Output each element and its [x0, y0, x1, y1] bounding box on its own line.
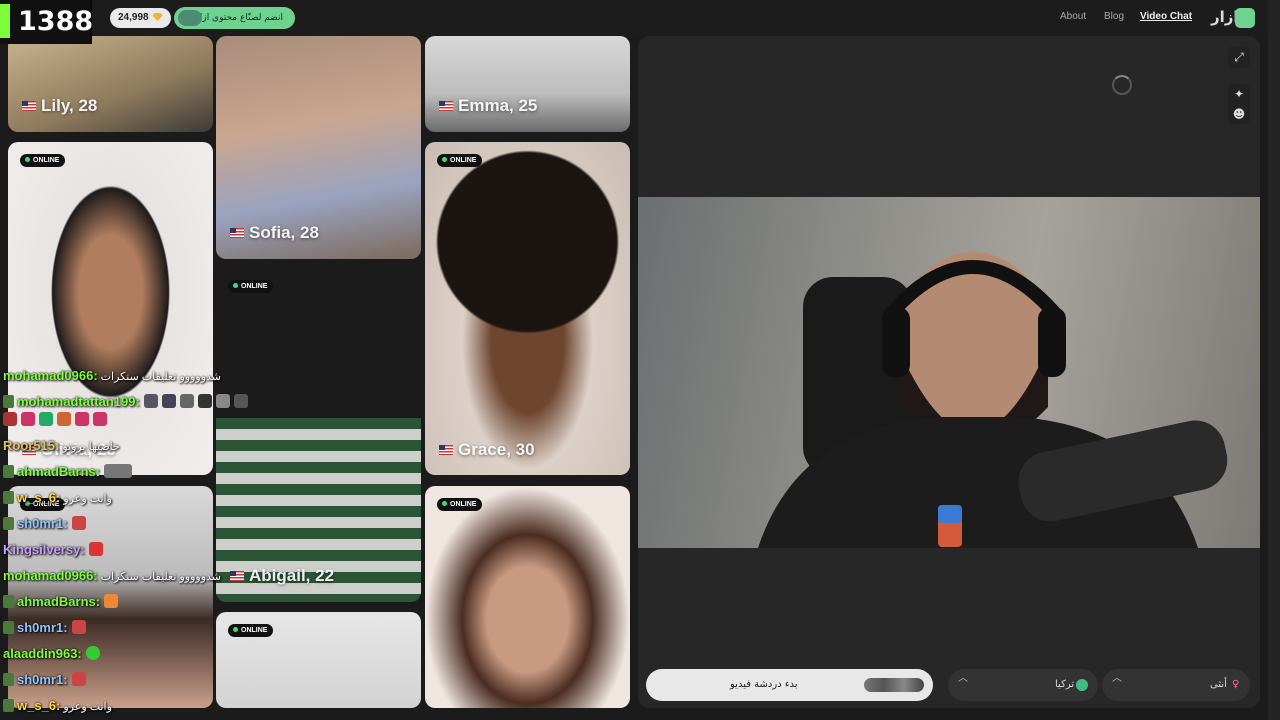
- profile-name: Sofia, 28: [230, 223, 319, 243]
- us-flag-icon: [22, 101, 36, 111]
- emote-icon: [179, 394, 194, 408]
- online-badge: ONLINE: [20, 154, 66, 167]
- profile-card-grace[interactable]: ONLINE Grace, 30: [425, 142, 630, 475]
- chat-message: mohamad0966: شدووووو تعليقات سنكرات: [3, 368, 222, 383]
- emote-icon: [71, 516, 86, 530]
- gender-filter[interactable]: ︿ أنثى ♀: [1102, 669, 1250, 701]
- emote-icon: [161, 394, 176, 408]
- emote-icon: [85, 646, 100, 660]
- page-scrollbar[interactable]: [1268, 0, 1280, 720]
- emote-icon: [143, 394, 158, 408]
- profile-card-abigail[interactable]: ONLINE Abigail, 22: [216, 268, 421, 602]
- start-video-chat-button[interactable]: بدء دردشة فيديو: [646, 669, 933, 701]
- chat-message: w_s_6: وانت وعرو: [3, 698, 112, 713]
- chat-message: sh0mr1:: [3, 516, 86, 531]
- loading-spinner-icon: [1112, 75, 1132, 95]
- chat-message: mohamad0966: شدووووو تعليقات سنكرات: [3, 568, 222, 583]
- online-badge: ONLINE: [437, 154, 483, 167]
- profile-card-sofia[interactable]: Sofia, 28: [216, 36, 421, 259]
- profile-card-lily[interactable]: Lily, 28: [8, 36, 213, 132]
- viewer-count: 1388: [18, 6, 94, 37]
- us-flag-icon: [439, 445, 453, 455]
- emote-icon: [39, 412, 53, 426]
- mask-icon[interactable]: ☻: [1228, 104, 1250, 124]
- online-badge: ONLINE: [228, 624, 274, 637]
- sub-badge-icon: [3, 621, 14, 634]
- profile-name: Emma, 25: [439, 96, 537, 116]
- chat-message: ahmadBarns:: [3, 594, 119, 609]
- fullscreen-icon[interactable]: ⤢: [1228, 46, 1250, 68]
- emote-icon: [3, 412, 17, 426]
- sub-badge-icon: [3, 595, 14, 608]
- promo-label: انضم لصنّاع محتوى ازار: [195, 13, 284, 23]
- emote-icon: [93, 412, 107, 426]
- chat-message: alaaddin963:: [3, 646, 100, 661]
- emote-icon: [71, 672, 86, 686]
- emote-icon: [57, 412, 71, 426]
- profile-card-9[interactable]: ONLINE: [425, 486, 630, 708]
- profile-name: Abigail, 22: [230, 566, 334, 586]
- emote-icon: [233, 394, 248, 408]
- gender-label: أنثى: [1210, 679, 1227, 690]
- emote-icon: [71, 620, 86, 634]
- country-label: تركيا: [1055, 679, 1075, 690]
- sub-badge-icon: [3, 465, 14, 478]
- nav-blog[interactable]: Blog: [1104, 11, 1124, 22]
- viewer-counter: 1388: [0, 0, 94, 44]
- chat-message: sh0mr1:: [3, 672, 86, 687]
- profile-name: Grace, 30: [439, 440, 535, 460]
- chevron-up-icon: ︿: [958, 673, 968, 684]
- us-flag-icon: [230, 571, 244, 581]
- chevron-up-icon: ︿: [1112, 673, 1122, 684]
- start-label: بدء دردشة فيديو: [730, 679, 798, 690]
- coin-balance[interactable]: 24,998: [110, 8, 171, 28]
- emote-icon: [88, 542, 103, 556]
- emote-icon: [104, 594, 119, 608]
- sparkle-icon[interactable]: ✦: [1228, 84, 1250, 104]
- profile-card-8[interactable]: ONLINE: [216, 612, 421, 708]
- emote-icon: [75, 412, 89, 426]
- coin-count: 24,998: [118, 12, 149, 23]
- video-chat-panel: ⤢ ✦ ☻: [638, 36, 1260, 708]
- country-globe-icon: [1076, 679, 1088, 691]
- us-flag-icon: [230, 228, 244, 238]
- profile-name: Lily, 28: [22, 96, 97, 116]
- sub-badge-icon: [3, 395, 14, 408]
- streamer-silhouette: [758, 252, 1228, 548]
- chat-message: w_s_6: وانت وعرو: [3, 490, 112, 505]
- online-badge: ONLINE: [437, 498, 483, 511]
- top-bar: 24,998 انضم لصنّاع محتوى ازار About Blog…: [0, 0, 1280, 36]
- chat-message: mohamadtattan199:: [3, 394, 248, 409]
- sub-badge-icon: [3, 517, 14, 530]
- female-icon: ♀: [1232, 679, 1240, 690]
- brand-logo-icon[interactable]: [1235, 8, 1255, 28]
- chat-message: ahmadBarns:: [3, 464, 133, 479]
- country-filter[interactable]: ︿ تركيا: [948, 669, 1098, 701]
- creator-icon: [178, 10, 202, 26]
- nav-video-chat[interactable]: Video Chat: [1140, 11, 1192, 22]
- chat-message: Kingsilversy:: [3, 542, 103, 557]
- effects-toolbar: ✦ ☻: [1228, 84, 1250, 124]
- online-badge: ONLINE: [228, 280, 274, 293]
- sub-badge-icon: [3, 673, 14, 686]
- emote-icon: [21, 412, 35, 426]
- chat-message: sh0mr1:: [3, 620, 86, 635]
- us-flag-icon: [439, 101, 453, 111]
- webcam-feed: [638, 197, 1260, 548]
- chat-message: Roor515: خاصتها بروتو: [3, 438, 120, 453]
- sub-badge-icon: [3, 491, 14, 504]
- counter-accent: [0, 4, 10, 38]
- emote-icon: [215, 394, 230, 408]
- profile-card-emma[interactable]: Emma, 25: [425, 36, 630, 132]
- emote-icon: [197, 394, 212, 408]
- chat-emote-row: [3, 412, 107, 427]
- gem-icon: [152, 13, 163, 21]
- join-creators-button[interactable]: انضم لصنّاع محتوى ازار: [174, 7, 295, 29]
- sub-badge-icon: [3, 699, 14, 712]
- nav-about[interactable]: About: [1060, 11, 1086, 22]
- avatar-stack: [864, 678, 924, 692]
- emote-icon: [104, 464, 133, 478]
